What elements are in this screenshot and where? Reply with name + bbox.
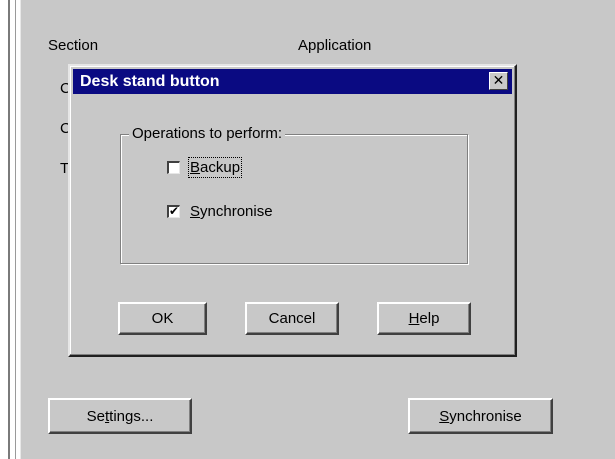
synchronise-checkbox[interactable]: ✔ <box>167 205 180 218</box>
help-button[interactable]: Help <box>377 302 471 335</box>
help-button-label: Help <box>408 310 440 327</box>
dialog-title: Desk stand button <box>80 72 220 90</box>
close-icon[interactable]: ✕ <box>489 72 508 90</box>
backup-checkbox-row[interactable]: Backup <box>167 157 243 178</box>
synchronise-checkbox-row[interactable]: ✔ Synchronise <box>167 203 273 220</box>
window-edge-line <box>15 0 16 459</box>
ok-button[interactable]: OK <box>118 302 207 335</box>
synchronise-label[interactable]: Synchronise <box>190 203 273 220</box>
column-header-section: Section <box>48 37 99 54</box>
cancel-button[interactable]: Cancel <box>245 302 339 335</box>
synchronise-button[interactable]: Synchronise <box>408 398 553 434</box>
settings-button-label: Settings... <box>86 407 154 425</box>
dialog-titlebar[interactable]: Desk stand button ✕ <box>73 69 512 94</box>
settings-button[interactable]: Settings... <box>48 398 192 434</box>
operations-group-label: Operations to perform: <box>129 125 286 142</box>
synchronise-button-label: Synchronise <box>439 407 522 425</box>
backup-checkbox[interactable] <box>167 161 180 174</box>
window-edge-line <box>8 0 10 459</box>
desk-stand-button-dialog: Desk stand button ✕ Operations to perfor… <box>68 64 517 357</box>
operations-groupbox: Operations to perform: Backup ✔ Synchron… <box>120 125 468 264</box>
backup-label[interactable]: Backup <box>187 157 243 178</box>
column-header-application: Application <box>298 37 372 54</box>
